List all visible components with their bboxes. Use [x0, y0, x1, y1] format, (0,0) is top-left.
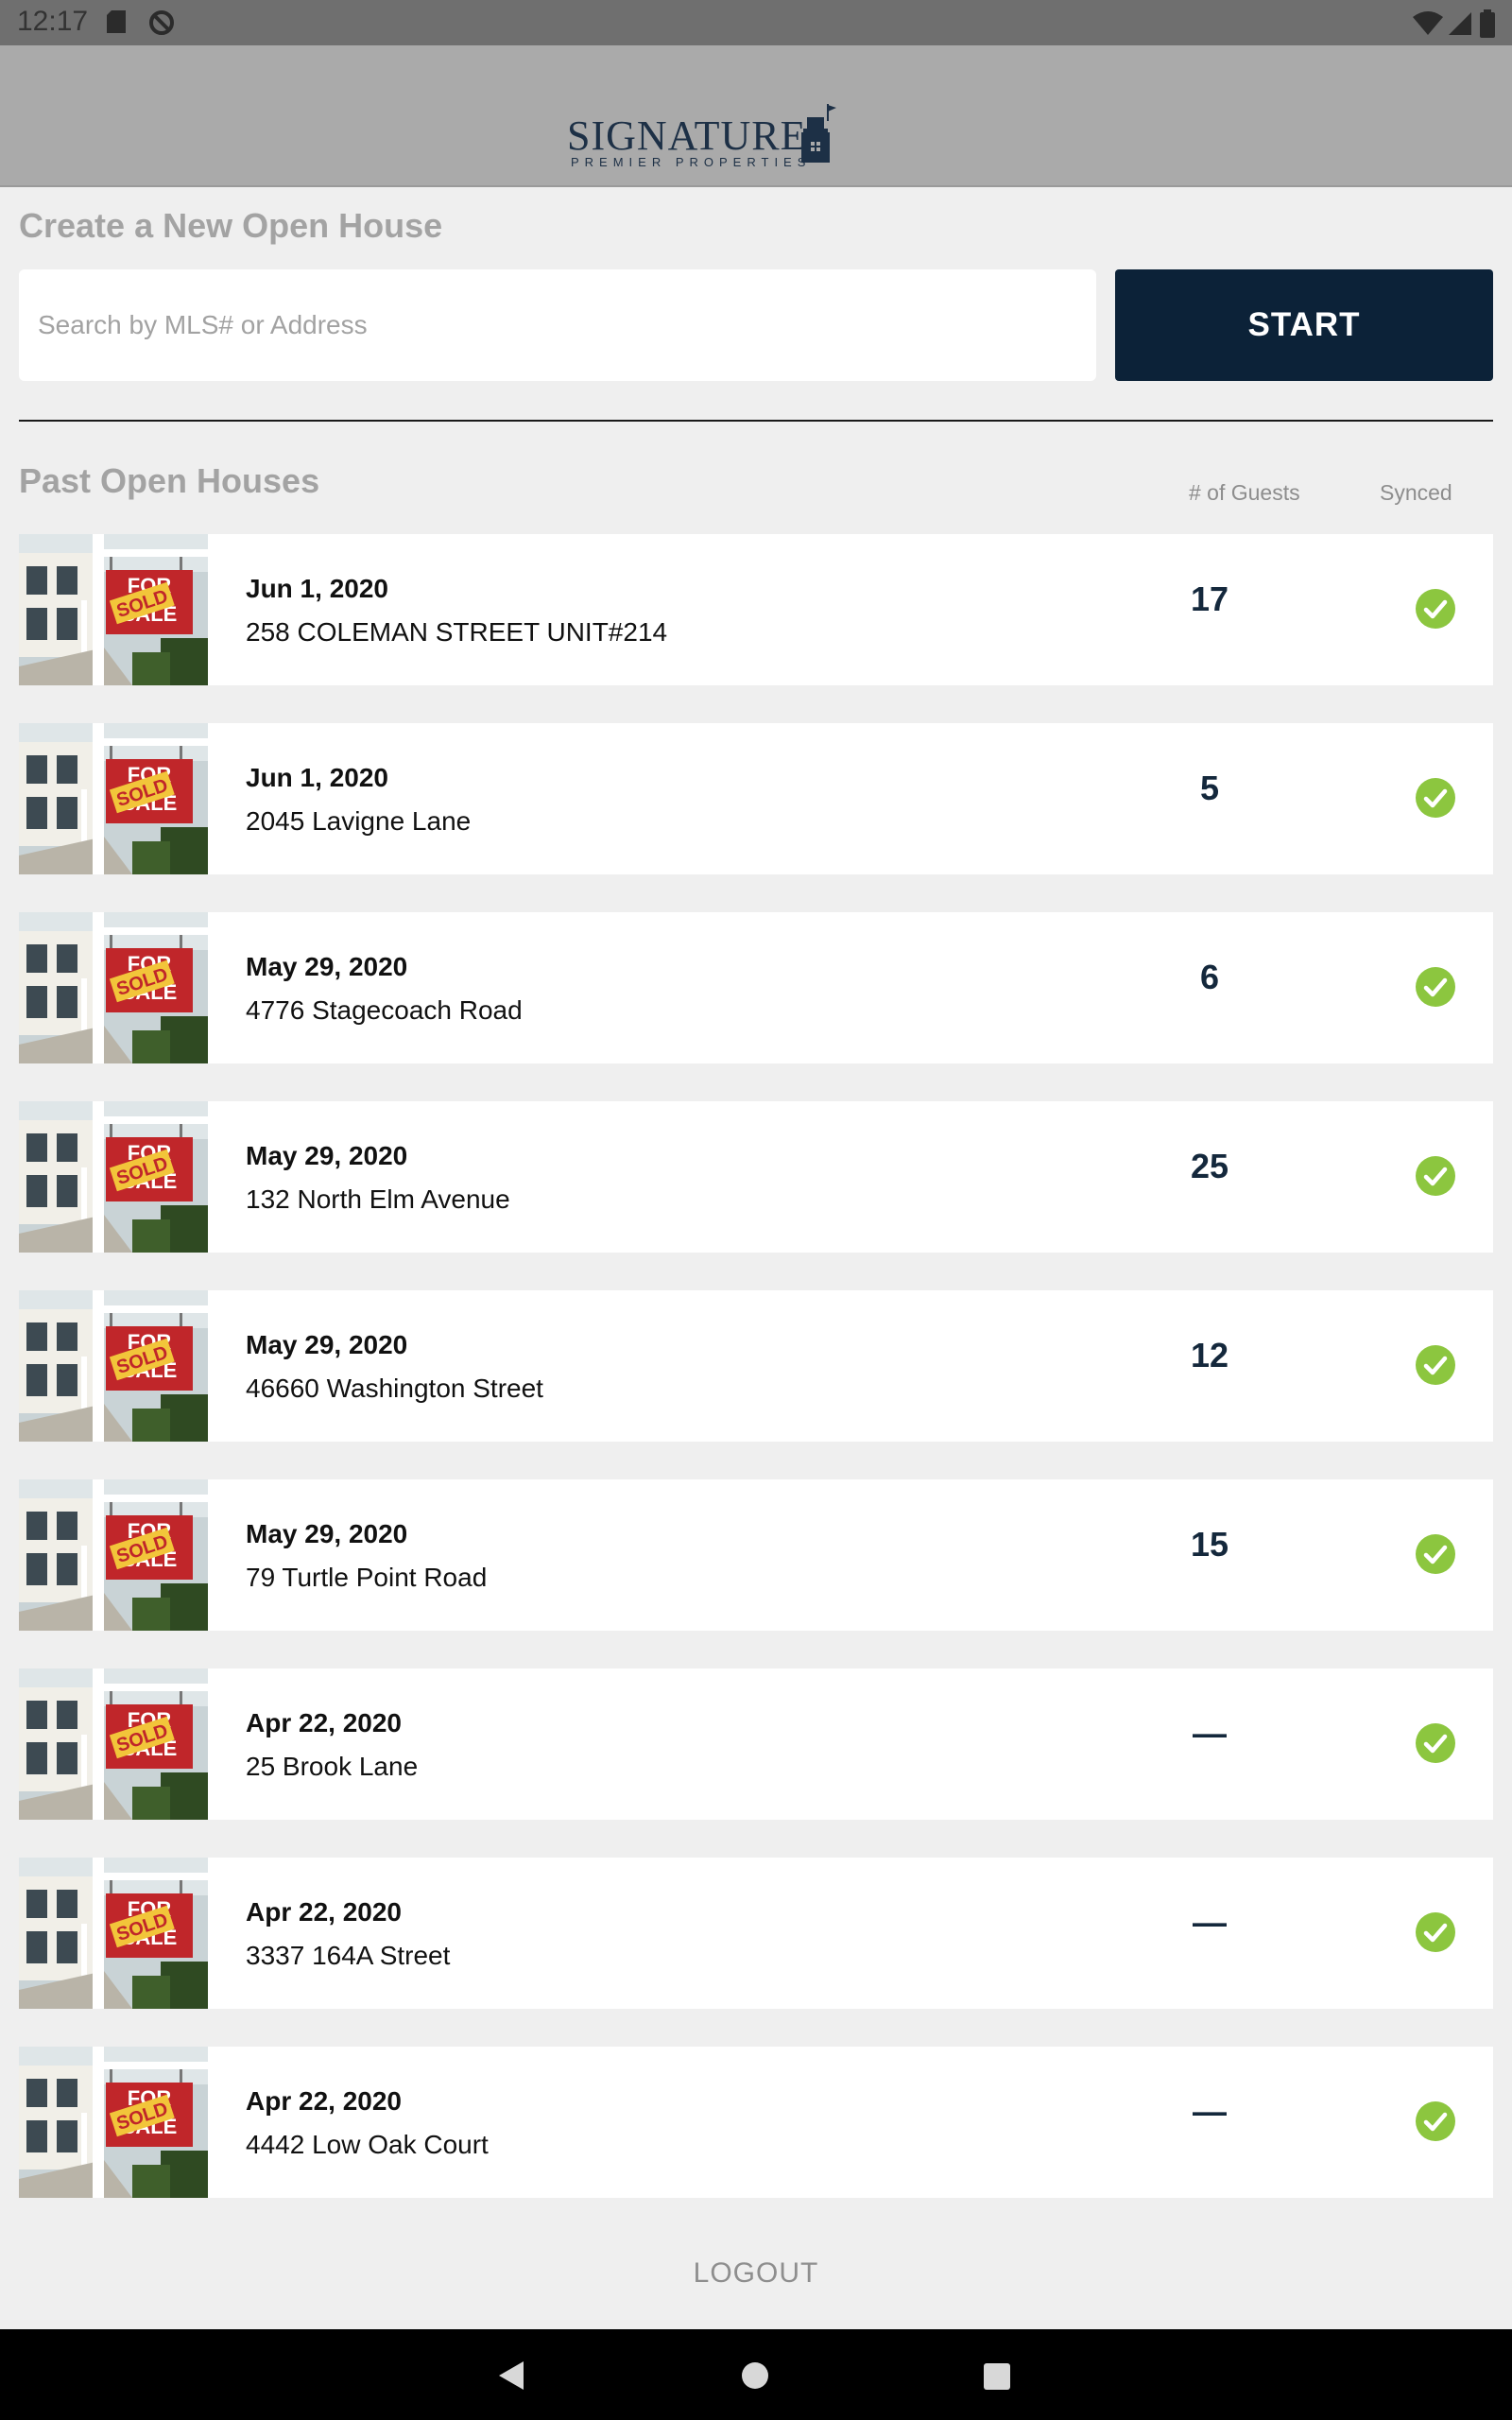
- home-icon[interactable]: [741, 2361, 769, 2390]
- synced-check-icon: [1416, 2101, 1455, 2141]
- open-house-address: 3337 164A Street: [246, 1941, 451, 1970]
- back-icon[interactable]: [497, 2360, 525, 2392]
- synced-check-icon: [1416, 1345, 1455, 1385]
- open-house-address: 132 North Elm Avenue: [246, 1184, 510, 1214]
- property-thumbnail: FOR SALE SOLD: [19, 1479, 208, 1631]
- column-header-guests: # of Guests: [1189, 480, 1300, 505]
- logo-wordmark: SIGNATURE: [567, 112, 807, 159]
- open-house-address: 258 COLEMAN STREET UNIT#214: [246, 617, 668, 647]
- property-thumbnail: FOR SALE SOLD: [19, 1668, 208, 1820]
- open-house-address: 4776 Stagecoach Road: [246, 995, 523, 1025]
- open-house-row-4[interactable]: FOR SALE SOLD May 29, 2020 132 North Elm…: [19, 1101, 1493, 1253]
- column-header-synced: Synced: [1380, 480, 1452, 505]
- synced-check-icon: [1416, 589, 1455, 629]
- property-thumbnail: FOR SALE SOLD: [19, 534, 208, 685]
- open-house-date: Apr 22, 2020: [246, 2086, 402, 2116]
- guest-count: —: [1193, 2092, 1227, 2131]
- open-house-date: May 29, 2020: [246, 1141, 408, 1170]
- battery-icon: [1480, 9, 1495, 38]
- guest-count: 15: [1190, 1525, 1229, 1564]
- open-house-address: 2045 Lavigne Lane: [246, 806, 472, 836]
- open-house-address: 25 Brook Lane: [246, 1752, 419, 1781]
- open-house-address: 4442 Low Oak Court: [246, 2130, 489, 2159]
- open-house-date: Apr 22, 2020: [246, 1708, 402, 1737]
- sd-card-icon: [107, 10, 126, 33]
- guest-count: 5: [1199, 769, 1220, 807]
- open-house-row-7[interactable]: FOR SALE SOLD Apr 22, 2020 25 Brook Lane…: [19, 1668, 1493, 1820]
- system-nav-bar: [0, 2329, 1512, 2420]
- guest-count: 6: [1199, 958, 1220, 996]
- synced-check-icon: [1416, 1723, 1455, 1763]
- sync-off-icon: [149, 10, 174, 35]
- property-thumbnail: FOR SALE SOLD: [19, 912, 208, 1063]
- open-house-date: May 29, 2020: [246, 1330, 408, 1359]
- start-button[interactable]: START: [1115, 269, 1493, 381]
- open-house-date: Apr 22, 2020: [246, 1897, 402, 1927]
- open-house-date: Jun 1, 2020: [246, 574, 388, 603]
- guest-count: 12: [1190, 1336, 1229, 1374]
- guest-count: —: [1193, 1714, 1227, 1753]
- status-time: 12:17: [17, 6, 89, 37]
- app-header: SIGNATURE PREMIER PROPERTIES: [0, 45, 1512, 187]
- lighthouse-icon: [801, 104, 836, 163]
- create-open-house-title: Create a New Open House: [19, 206, 443, 245]
- property-thumbnail: FOR SALE SOLD: [19, 1101, 208, 1253]
- synced-check-icon: [1416, 967, 1455, 1007]
- open-house-row-9[interactable]: FOR SALE SOLD Apr 22, 2020 4442 Low Oak …: [19, 2047, 1493, 2198]
- synced-check-icon: [1416, 1534, 1455, 1574]
- logo: SIGNATURE PREMIER PROPERTIES: [567, 104, 841, 178]
- guest-count: 17: [1190, 579, 1229, 618]
- synced-check-icon: [1416, 1156, 1455, 1196]
- synced-check-icon: [1416, 1912, 1455, 1952]
- property-thumbnail: FOR SALE SOLD: [19, 1858, 208, 2009]
- property-thumbnail: FOR SALE SOLD: [19, 2047, 208, 2198]
- open-house-row-6[interactable]: FOR SALE SOLD May 29, 2020 79 Turtle Poi…: [19, 1479, 1493, 1631]
- open-house-row-8[interactable]: FOR SALE SOLD Apr 22, 2020 3337 164A Str…: [19, 1858, 1493, 2009]
- open-house-row-2[interactable]: FOR SALE SOLD Jun 1, 2020 2045 Lavigne L…: [19, 723, 1493, 874]
- open-house-address: 46660 Washington Street: [246, 1374, 543, 1403]
- synced-check-icon: [1416, 778, 1455, 818]
- past-open-houses-title: Past Open Houses: [19, 461, 320, 500]
- guest-count: —: [1193, 1903, 1227, 1942]
- wifi-icon: [1413, 11, 1443, 35]
- open-house-row-3[interactable]: FOR SALE SOLD May 29, 2020 4776 Stagecoa…: [19, 912, 1493, 1063]
- open-house-date: Jun 1, 2020: [246, 763, 388, 792]
- recents-icon[interactable]: [983, 2362, 1011, 2391]
- signal-icon: [1449, 12, 1471, 35]
- property-thumbnail: FOR SALE SOLD: [19, 723, 208, 874]
- logo-tagline: PREMIER PROPERTIES: [571, 155, 812, 169]
- open-house-row-1[interactable]: FOR SALE SOLD Jun 1, 2020 258 COLEMAN ST…: [19, 534, 1493, 685]
- open-house-row-5[interactable]: FOR SALE SOLD May 29, 2020 46660 Washing…: [19, 1290, 1493, 1442]
- property-thumbnail: FOR SALE SOLD: [19, 1290, 208, 1442]
- open-house-address: 79 Turtle Point Road: [246, 1563, 488, 1592]
- section-divider: [19, 420, 1493, 422]
- open-house-date: May 29, 2020: [246, 1519, 408, 1548]
- status-bar: 12:17: [0, 0, 1512, 45]
- logout-button[interactable]: LOGOUT: [662, 2250, 850, 2297]
- search-input[interactable]: [19, 269, 1096, 381]
- guest-count: 25: [1190, 1147, 1229, 1185]
- open-house-date: May 29, 2020: [246, 952, 408, 981]
